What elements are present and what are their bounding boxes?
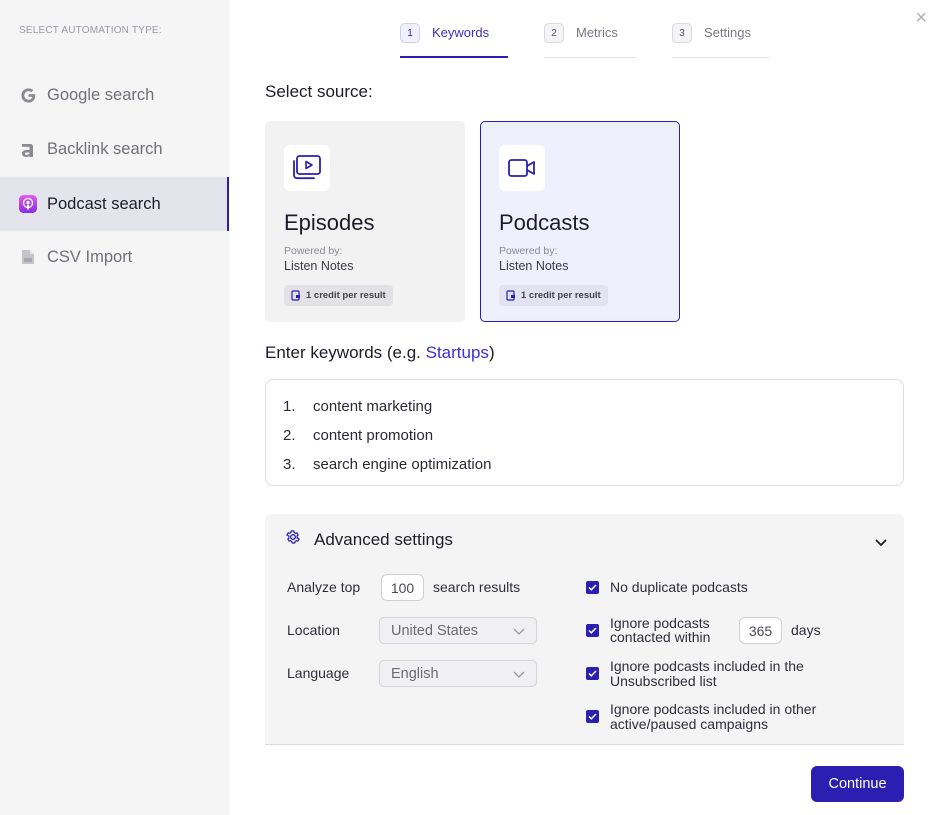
keywords-label: Enter keywords (e.g. Startups) — [265, 343, 495, 363]
sidebar-item-google-search[interactable]: Google search — [0, 68, 229, 122]
sidebar-item-label: Backlink search — [47, 139, 163, 158]
keyword-text: content marketing — [313, 398, 433, 415]
gear-icon — [285, 529, 301, 550]
list-item: 2. content promotion — [266, 421, 903, 450]
step-number: 1 — [400, 23, 420, 43]
credit-badge: 1 credit per result — [499, 285, 608, 306]
location-select[interactable]: United States — [379, 617, 537, 644]
card-title: Episodes — [284, 210, 375, 235]
ignore-campaigns-label-line2: active/paused campaigns — [610, 716, 768, 732]
keyword-example-link[interactable]: Startups — [426, 343, 489, 362]
keywords-input[interactable]: 1. content marketing 2. content promotio… — [265, 379, 904, 486]
continue-button[interactable]: Continue — [811, 766, 904, 802]
credit-icon — [291, 290, 300, 301]
location-label: Location — [287, 622, 340, 638]
ignore-unsubscribed-checkbox[interactable] — [586, 667, 599, 680]
tab-keywords[interactable]: 1 Keywords — [400, 23, 508, 58]
sidebar-item-label: Podcast search — [47, 194, 161, 213]
ignore-campaigns-checkbox[interactable] — [586, 710, 599, 723]
contacted-days-input[interactable]: 365 — [739, 617, 782, 644]
google-icon — [19, 86, 37, 104]
step-number: 2 — [544, 23, 564, 43]
credit-icon — [506, 290, 515, 301]
sidebar-heading: SELECT AUTOMATION TYPE: — [19, 25, 162, 36]
ignore-unsubscribed-label-line2: Unsubscribed list — [610, 673, 717, 689]
close-icon[interactable]: × — [915, 8, 927, 28]
no-duplicates-checkbox[interactable] — [586, 581, 599, 594]
sidebar-item-podcast-search[interactable]: Podcast search — [0, 177, 229, 231]
language-select[interactable]: English — [379, 660, 537, 687]
ahrefs-icon — [19, 140, 37, 158]
tab-label: Keywords — [432, 25, 490, 40]
tab-metrics[interactable]: 2 Metrics — [544, 23, 636, 58]
list-item: 1. content marketing — [266, 392, 903, 421]
advanced-settings-toggle[interactable]: Advanced settings — [285, 529, 453, 550]
powered-by-label: Powered by: — [284, 245, 343, 257]
language-label: Language — [287, 665, 350, 681]
tab-settings[interactable]: 3 Settings — [672, 23, 770, 58]
ignore-contacted-label-line2: contacted within — [610, 629, 711, 645]
list-item: 3. search engine optimization — [266, 450, 903, 479]
keyword-text: search engine optimization — [313, 456, 492, 473]
chevron-down-icon — [513, 671, 525, 678]
powered-by-label: Powered by: — [499, 245, 558, 257]
location-value: United States — [391, 622, 479, 639]
ignore-contacted-checkbox[interactable] — [586, 624, 599, 637]
list-number: 1. — [283, 398, 296, 415]
advanced-settings-title: Advanced settings — [314, 529, 453, 549]
analyze-top-input[interactable]: 100 — [381, 574, 424, 601]
step-number: 3 — [672, 23, 692, 43]
provider-name: Listen Notes — [499, 259, 569, 273]
chevron-down-icon — [513, 628, 525, 635]
keywords-label-prefix: Enter keywords (e.g. — [265, 343, 426, 362]
tab-underline — [400, 56, 508, 58]
sidebar-item-label: Google search — [47, 85, 155, 104]
list-number: 2. — [283, 427, 296, 444]
ignore-unsubscribed-label-line1: Ignore podcasts included in the — [610, 658, 804, 674]
ignore-campaigns-label-line1: Ignore podcasts included in other — [610, 701, 817, 717]
search-results-label: search results — [433, 579, 521, 595]
credit-text: 1 credit per result — [306, 290, 386, 301]
days-label: days — [791, 622, 821, 638]
video-playlist-icon — [284, 145, 330, 191]
source-card-episodes[interactable]: Episodes Powered by: Listen Notes 1 cred… — [265, 121, 465, 322]
tab-underline — [544, 57, 636, 58]
advanced-settings-panel: Advanced settings Analyze top 100 search… — [265, 514, 904, 745]
card-title: Podcasts — [499, 210, 590, 235]
analyze-top-label: Analyze top — [287, 579, 361, 595]
select-source-title: Select source: — [265, 82, 373, 101]
sidebar-item-label: CSV Import — [47, 247, 133, 266]
credit-badge: 1 credit per result — [284, 285, 393, 306]
video-camera-icon — [499, 145, 545, 191]
keyword-text: content promotion — [313, 427, 434, 444]
csv-file-icon — [19, 248, 37, 266]
tab-label: Metrics — [576, 25, 618, 40]
credit-text: 1 credit per result — [521, 290, 601, 301]
sidebar-item-backlink-search[interactable]: Backlink search — [0, 122, 229, 176]
sidebar: SELECT AUTOMATION TYPE: Google search Ba… — [0, 0, 229, 815]
tab-underline — [672, 57, 770, 58]
provider-name: Listen Notes — [284, 259, 354, 273]
tab-label: Settings — [704, 25, 751, 40]
language-value: English — [391, 665, 439, 682]
no-duplicates-label: No duplicate podcasts — [610, 579, 748, 595]
keywords-label-suffix: ) — [488, 343, 495, 362]
source-card-podcasts[interactable]: Podcasts Powered by: Listen Notes 1 cred… — [480, 121, 680, 322]
podcast-icon — [19, 195, 37, 213]
chevron-down-icon[interactable] — [875, 534, 887, 552]
sidebar-item-csv-import[interactable]: CSV Import — [0, 230, 229, 284]
list-number: 3. — [283, 456, 296, 473]
